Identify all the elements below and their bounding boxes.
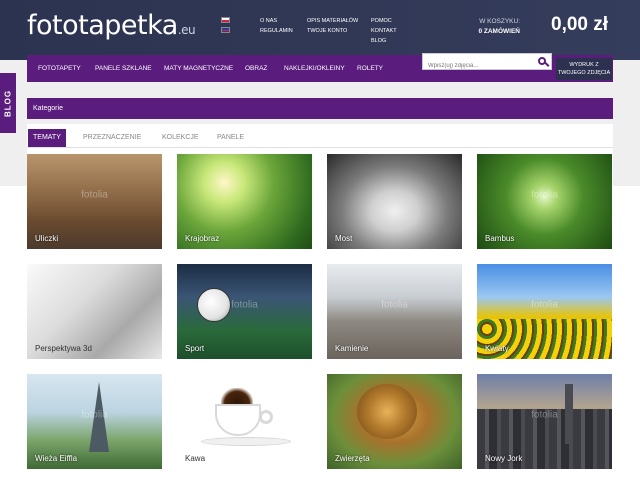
skyscraper-graphic [565, 384, 573, 444]
fotolia-watermark: fotolia [531, 299, 558, 311]
nav-item-maty-magnetyczne[interactable]: MATY MAGNETYCZNE [164, 65, 233, 72]
tile-label: Kamienie [335, 344, 369, 353]
site-logo[interactable]: fototapetka.eu [27, 10, 196, 41]
help-link[interactable]: POMOC [371, 16, 397, 26]
photo-print-button[interactable]: WYDRUK Z TWOJEGO ZDJĘCIA [556, 58, 612, 80]
site-header: fototapetka.eu O NAS REGULAMIN OPIS MATE… [0, 0, 640, 60]
search-input[interactable] [423, 58, 531, 74]
tile-label: Krajobraz [185, 234, 220, 243]
logo-main-text: fototapetka [27, 10, 178, 41]
categories-title: Kategorie [27, 98, 613, 119]
category-tile-perspektywa-3d[interactable]: Perspektywa 3d [27, 264, 162, 359]
nav-item-fototapety[interactable]: FOTOTAPETY [38, 65, 81, 72]
contact-link[interactable]: KONTAKT [371, 26, 397, 36]
lion-graphic [357, 384, 417, 439]
cart-orders-count: 0 ZAMÓWIEŃ [478, 28, 520, 35]
tile-label: Zwierzęta [335, 454, 370, 463]
category-tile-krajobraz[interactable]: Krajobraz [177, 154, 312, 249]
category-tile-kamienie[interactable]: fotolia Kamienie [327, 264, 462, 359]
tab-tematy[interactable]: TEMATY [28, 129, 66, 147]
blog-side-tab[interactable]: BLOG [0, 73, 16, 133]
tile-label: Nowy Jork [485, 454, 523, 463]
tile-label: Kwiaty [485, 344, 509, 353]
search-icon[interactable] [538, 57, 546, 65]
category-tile-kawa[interactable]: Kawa [177, 374, 312, 469]
category-tile-wieza-eiffla[interactable]: fotolia Wieża Eiffla [27, 374, 162, 469]
tile-label: Wieża Eiffla [35, 454, 78, 463]
tile-label: Uliczki [35, 234, 59, 243]
logo-tld-text: .eu [177, 23, 196, 37]
football-graphic [197, 288, 231, 322]
sunflower-graphic [477, 319, 612, 359]
search-box [422, 53, 552, 74]
tab-divider [27, 147, 613, 148]
materials-link[interactable]: OPIS MATERIAŁÓW [307, 16, 358, 26]
nav-item-obraz[interactable]: OBRAZ [245, 65, 267, 72]
language-switcher [221, 17, 230, 37]
tile-label: Sport [185, 344, 205, 353]
nav-item-naklejki[interactable]: NAKLEJKI/OKLEINY [284, 65, 345, 72]
top-links-col2: OPIS MATERIAŁÓW TWOJE KONTO [307, 16, 358, 36]
tab-przeznaczenie[interactable]: PRZEZNACZENIE [83, 129, 141, 147]
terms-link[interactable]: REGULAMIN [260, 26, 293, 36]
about-link[interactable]: O NAS [260, 16, 293, 26]
fotolia-watermark: fotolia [531, 409, 558, 421]
nav-item-panele-szklane[interactable]: PANELE SZKLANE [95, 65, 152, 72]
cart-total[interactable]: 0,00 zł [551, 14, 608, 36]
cart-summary[interactable]: W KOSZYKU: 0 ZAMÓWIEŃ [470, 17, 520, 37]
category-tile-zwierzeta[interactable]: Zwierzęta [327, 374, 462, 469]
nav-item-rolety[interactable]: ROLETY [357, 65, 383, 72]
saucer-graphic [201, 437, 291, 446]
page: fototapetka.eu O NAS REGULAMIN OPIS MATE… [0, 0, 640, 480]
tile-label: Perspektywa 3d [35, 344, 92, 353]
tab-kolekcje[interactable]: KOLEKCJE [162, 129, 199, 147]
fotolia-watermark: fotolia [531, 189, 558, 201]
category-tile-uliczki[interactable]: fotolia Uliczki [27, 154, 162, 249]
tab-panele[interactable]: PANELE [217, 129, 244, 147]
cart-label: W KOSZYKU: [479, 18, 520, 25]
fotolia-watermark: fotolia [81, 409, 108, 421]
category-tile-nowy-jork[interactable]: fotolia Nowy Jork [477, 374, 612, 469]
tile-label: Kawa [185, 454, 206, 463]
category-tile-bambus[interactable]: fotolia Bambus [477, 154, 612, 249]
tile-label: Most [335, 234, 353, 243]
tile-label: Bambus [485, 234, 515, 243]
fotolia-watermark: fotolia [381, 299, 408, 311]
english-flag-icon[interactable] [221, 27, 230, 33]
fotolia-watermark: fotolia [81, 189, 108, 201]
account-link[interactable]: TWOJE KONTO [307, 26, 358, 36]
category-tile-sport[interactable]: fotolia Sport [177, 264, 312, 359]
category-tile-most[interactable]: Most [327, 154, 462, 249]
polish-flag-icon[interactable] [221, 17, 230, 23]
fotolia-watermark: fotolia [231, 299, 258, 311]
category-tile-kwiaty[interactable]: fotolia Kwiaty [477, 264, 612, 359]
top-links-col1: O NAS REGULAMIN [260, 16, 293, 36]
blog-link[interactable]: BLOG [371, 36, 397, 46]
top-links-col3: POMOC KONTAKT BLOG [371, 16, 397, 46]
cup-handle-graphic [259, 410, 273, 424]
